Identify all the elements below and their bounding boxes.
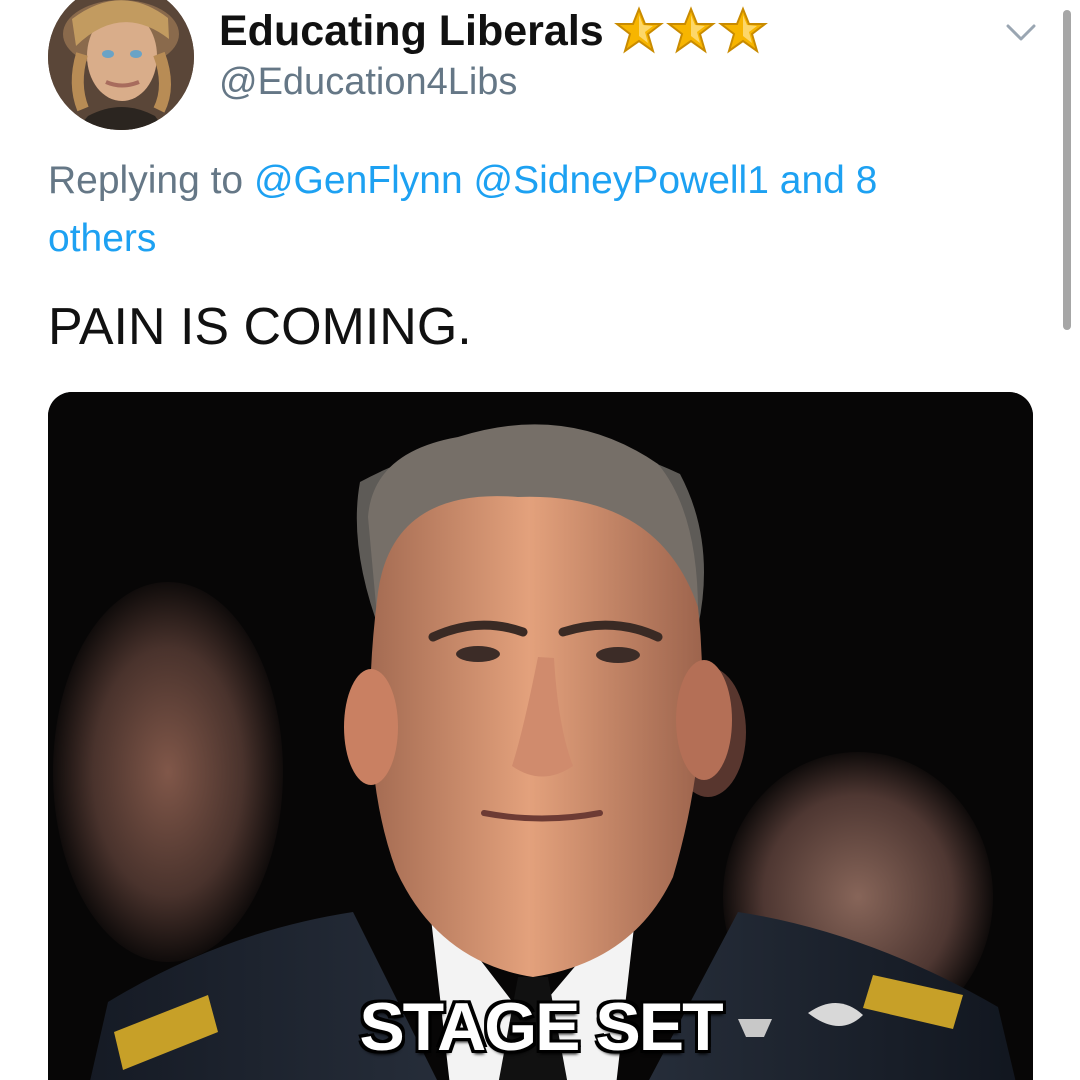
star-icon: [613, 6, 664, 54]
chevron-down-icon[interactable]: [1002, 18, 1040, 46]
mention-sidneypowell1[interactable]: @SidneyPowell1: [474, 159, 769, 202]
avatar-photo: [48, 0, 194, 130]
star-icon: [665, 6, 716, 54]
display-name-row: Educating Liberals: [219, 6, 768, 56]
reply-others-count[interactable]: and 8: [780, 159, 878, 202]
tweet-text: PAIN IS COMING.: [48, 298, 472, 356]
reply-context: Replying to @GenFlynn @SidneyPowell1 and…: [48, 152, 978, 268]
star-icon: [717, 6, 768, 54]
profile-avatar[interactable]: [48, 0, 194, 130]
reply-prefix: Replying to: [48, 159, 244, 202]
reply-others-link[interactable]: others: [48, 217, 156, 260]
user-handle[interactable]: @Education4Libs: [219, 61, 517, 103]
star-badges: [613, 6, 768, 56]
meme-caption: STAGE SET: [359, 989, 723, 1065]
meme-photo: [48, 392, 1033, 1080]
tweet-screen: Educating Liberals @Education4Libs Reply…: [0, 0, 1080, 1080]
display-name[interactable]: Educating Liberals: [219, 7, 604, 55]
mention-genflynn[interactable]: @GenFlynn: [254, 159, 463, 202]
scrollbar[interactable]: [1063, 10, 1071, 330]
tweet-media-image[interactable]: STAGE SET: [48, 392, 1033, 1080]
